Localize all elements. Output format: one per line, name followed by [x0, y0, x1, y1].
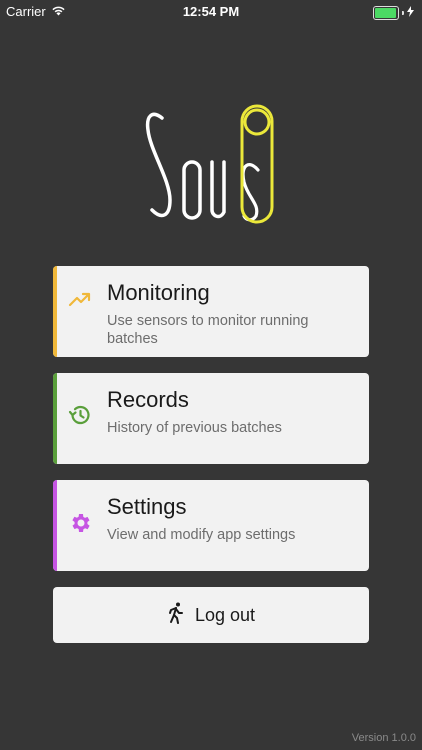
battery-level [375, 7, 396, 18]
settings-accent [53, 480, 57, 571]
menu-item-records[interactable]: Records History of previous batches [53, 373, 369, 464]
monitoring-accent [53, 266, 57, 357]
walking-person-icon [167, 602, 185, 629]
records-accent [53, 373, 57, 464]
charging-icon [407, 5, 414, 20]
logout-label: Log out [194, 604, 256, 625]
menu-item-description: Use sensors to monitor running batches [107, 313, 309, 347]
menu-item-monitoring[interactable]: Monitoring Use sensors to monitor runnin… [53, 266, 369, 357]
menu-item-description: History of previous batches [107, 420, 282, 436]
trending-up-icon [68, 288, 92, 312]
status-time: 12:54 PM [182, 4, 240, 19]
status-bar: Carrier 12:54 PM [0, 0, 422, 24]
app-logo [140, 100, 280, 230]
menu-item-settings[interactable]: Settings View and modify app settings [53, 480, 369, 571]
history-icon [68, 403, 92, 427]
logout-button[interactable]: Log out [53, 587, 369, 643]
version-label: Version 1.0.0 [351, 732, 416, 744]
menu-item-title: Monitoring [107, 280, 210, 305]
gear-icon [68, 511, 92, 535]
battery-icon [373, 5, 399, 20]
menu-item-title: Records [107, 387, 189, 412]
menu-item-description: View and modify app settings [107, 527, 296, 543]
menu-item-title: Settings [107, 494, 187, 519]
